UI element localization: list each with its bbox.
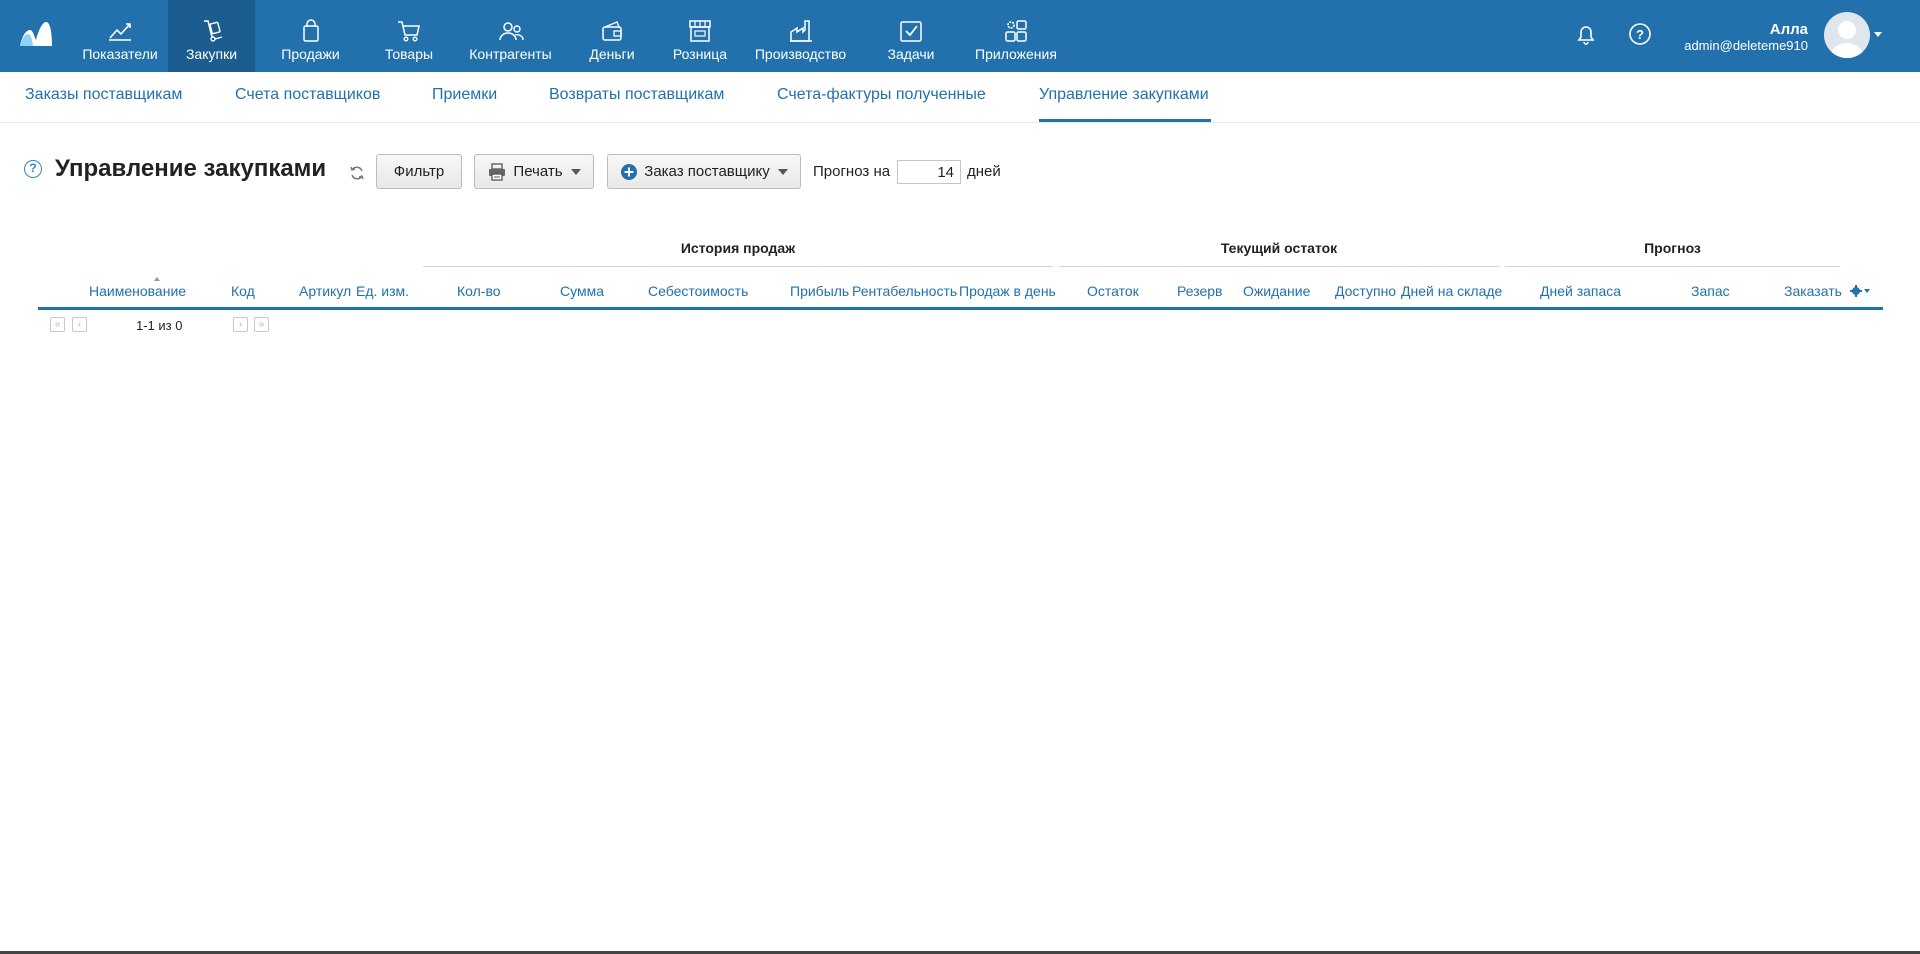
col-sum[interactable]: Сумма <box>560 283 604 299</box>
nav-item-production[interactable]: Производство <box>745 0 856 72</box>
people-icon <box>498 22 524 41</box>
nav-item-label: Товары <box>384 46 434 62</box>
bell-icon[interactable] <box>1572 20 1600 48</box>
supplier-order-button[interactable]: Заказ поставщику <box>607 154 801 189</box>
nav-item-apps[interactable]: Приложения <box>966 0 1066 72</box>
chevron-down-icon <box>777 168 788 175</box>
user-silhouette-icon <box>1830 21 1864 58</box>
col-profitability[interactable]: Рентабельность <box>852 283 957 299</box>
checkbox-icon <box>900 21 922 42</box>
col-sales-per-day[interactable]: Продаж в день <box>959 283 1056 299</box>
subnav-supplier-returns[interactable]: Возвраты поставщикам <box>549 86 724 104</box>
chart-line-icon <box>109 23 131 41</box>
plus-circle-icon <box>621 163 638 180</box>
chevron-down-icon <box>570 168 581 175</box>
sub-nav: Заказы поставщикам Счета поставщиков При… <box>0 72 1920 123</box>
forecast-label: Прогноз на <box>813 163 891 180</box>
table-header-rule <box>38 307 1883 310</box>
col-cost[interactable]: Себестоимость <box>648 283 748 299</box>
nav-item-label: Продажи <box>281 46 340 62</box>
nav-item-counterparties[interactable]: Контрагенты <box>452 0 569 72</box>
nav-item-label: Розница <box>672 46 728 62</box>
col-code[interactable]: Код <box>231 283 255 299</box>
nav-item-label: Задачи <box>887 46 935 62</box>
group-forecast: Прогноз <box>1644 240 1701 256</box>
supplier-order-button-label: Заказ поставщику <box>644 163 770 180</box>
nav-item-label: Показатели <box>82 46 158 62</box>
group-current-stock: Текущий остаток <box>1220 240 1338 256</box>
gear-icon[interactable] <box>1849 284 1873 298</box>
nav-item-label: Деньги <box>589 46 635 62</box>
refresh-icon[interactable] <box>348 164 366 182</box>
col-expected[interactable]: Ожидание <box>1243 283 1310 299</box>
shopping-bag-icon <box>302 19 319 42</box>
col-days-in-stock[interactable]: Дней на складе <box>1401 283 1502 299</box>
pagination-counter: 1-1 из 0 <box>136 318 183 333</box>
group-divider <box>1505 266 1840 267</box>
help-icon[interactable]: ? <box>24 160 42 178</box>
nav-item-retail[interactable]: Розница <box>655 0 745 72</box>
forecast-unit: дней <box>967 163 1001 180</box>
filter-button-label: Фильтр <box>393 163 445 180</box>
sort-asc-icon <box>154 277 160 281</box>
group-divider <box>423 266 1053 267</box>
prev-page-button[interactable]: ‹ <box>72 317 87 332</box>
svg-text:?: ? <box>1636 27 1644 42</box>
subnav-receipts[interactable]: Приемки <box>432 86 497 104</box>
factory-icon <box>789 20 812 42</box>
col-profit[interactable]: Прибыль <box>790 283 849 299</box>
nav-item-tasks[interactable]: Задачи <box>856 0 966 72</box>
wallet-icon <box>602 21 622 41</box>
col-unit[interactable]: Ед. изм. <box>356 283 409 299</box>
nav-item-label: Закупки <box>185 46 238 62</box>
last-page-button[interactable]: » <box>254 317 269 332</box>
apps-grid-icon <box>1005 20 1027 42</box>
first-page-button[interactable]: « <box>50 317 65 332</box>
logo-icon[interactable] <box>18 18 54 48</box>
subnav-supplier-orders[interactable]: Заказы поставщикам <box>25 86 182 104</box>
nav-item-label: Контрагенты <box>469 46 552 62</box>
col-days-of-supply[interactable]: Дней запаса <box>1540 283 1621 299</box>
nav-item-indicators[interactable]: Показатели <box>72 0 168 72</box>
col-stock-reserve[interactable]: Запас <box>1691 283 1730 299</box>
col-quantity[interactable]: Кол-во <box>457 283 501 299</box>
help-circle-icon[interactable]: ? <box>1626 20 1654 48</box>
print-button[interactable]: Печать <box>474 154 594 189</box>
next-page-button[interactable]: › <box>233 317 248 332</box>
subnav-supplier-invoices[interactable]: Счета поставщиков <box>235 86 380 104</box>
col-order[interactable]: Заказать <box>1784 283 1842 299</box>
nav-item-label: Производство <box>754 46 847 62</box>
user-name[interactable]: Алла <box>1770 21 1808 38</box>
chevron-down-icon[interactable] <box>1874 32 1882 37</box>
main-nav: Показатели Закупки Продажи Товары Контра… <box>72 0 1066 72</box>
subnav-purchase-management[interactable]: Управление закупками <box>1039 86 1209 104</box>
group-sales-history: История продаж <box>680 240 796 256</box>
col-name[interactable]: Наименование <box>89 283 186 299</box>
avatar[interactable] <box>1824 12 1870 58</box>
nav-item-purchases[interactable]: Закупки <box>168 0 255 72</box>
forecast-days-input[interactable] <box>897 160 961 184</box>
cart-dolly-icon <box>203 20 222 42</box>
print-button-label: Печать <box>513 163 563 180</box>
col-available[interactable]: Доступно <box>1335 283 1396 299</box>
group-divider <box>1059 266 1499 267</box>
active-tab-indicator <box>1039 119 1211 122</box>
page-title: Управление закупками <box>55 155 327 182</box>
filter-button[interactable]: Фильтр <box>376 154 462 189</box>
nav-item-label: Приложения <box>975 46 1057 62</box>
nav-item-goods[interactable]: Товары <box>366 0 452 72</box>
col-reserve[interactable]: Резерв <box>1177 283 1222 299</box>
col-stock[interactable]: Остаток <box>1087 283 1139 299</box>
nav-item-sales[interactable]: Продажи <box>255 0 366 72</box>
nav-item-money[interactable]: Деньги <box>569 0 655 72</box>
col-article[interactable]: Артикул <box>299 283 351 299</box>
subnav-invoices-received[interactable]: Счета-фактуры полученные <box>777 86 986 104</box>
shopping-cart-icon <box>398 21 420 42</box>
user-email[interactable]: admin@deleteme910 <box>1684 38 1808 53</box>
storefront-icon <box>689 20 711 42</box>
top-bar: Показатели Закупки Продажи Товары Контра… <box>0 0 1920 72</box>
printer-icon <box>489 162 506 181</box>
